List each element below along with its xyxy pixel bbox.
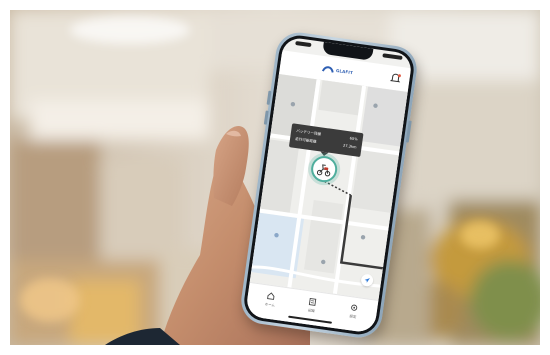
- status-time: [295, 40, 312, 48]
- bell-icon[interactable]: [389, 71, 403, 85]
- scooter-icon: [316, 164, 331, 177]
- battery-label: バッテリー残量: [295, 128, 322, 137]
- battery-value: 65%: [349, 136, 358, 142]
- tab-record[interactable]: 記録: [296, 296, 328, 318]
- tab-settings-label: 設定: [349, 314, 357, 320]
- range-value: 27.3km: [342, 143, 357, 150]
- locate-arrow-icon: [364, 278, 370, 283]
- tab-settings[interactable]: 設定: [337, 302, 369, 324]
- tab-record-label: 記録: [307, 308, 315, 314]
- tab-home[interactable]: ホーム: [254, 290, 286, 312]
- gear-icon: [351, 304, 358, 311]
- logo-mark-icon: [321, 66, 334, 73]
- home-icon: [267, 292, 275, 300]
- tab-home-label: ホーム: [264, 302, 275, 308]
- range-label: 走行可能距離: [294, 136, 317, 144]
- record-icon: [308, 297, 317, 306]
- logo-text: GLAFIT: [335, 67, 354, 75]
- photo-frame: GLAFIT バッテリー残量 65% 走行可能距離 27.3km ホーム 記録 …: [0, 0, 550, 355]
- status-icons: [382, 53, 403, 60]
- app-logo: GLAFIT: [321, 63, 354, 77]
- photo: GLAFIT バッテリー残量 65% 走行可能距離 27.3km ホーム 記録 …: [10, 10, 540, 345]
